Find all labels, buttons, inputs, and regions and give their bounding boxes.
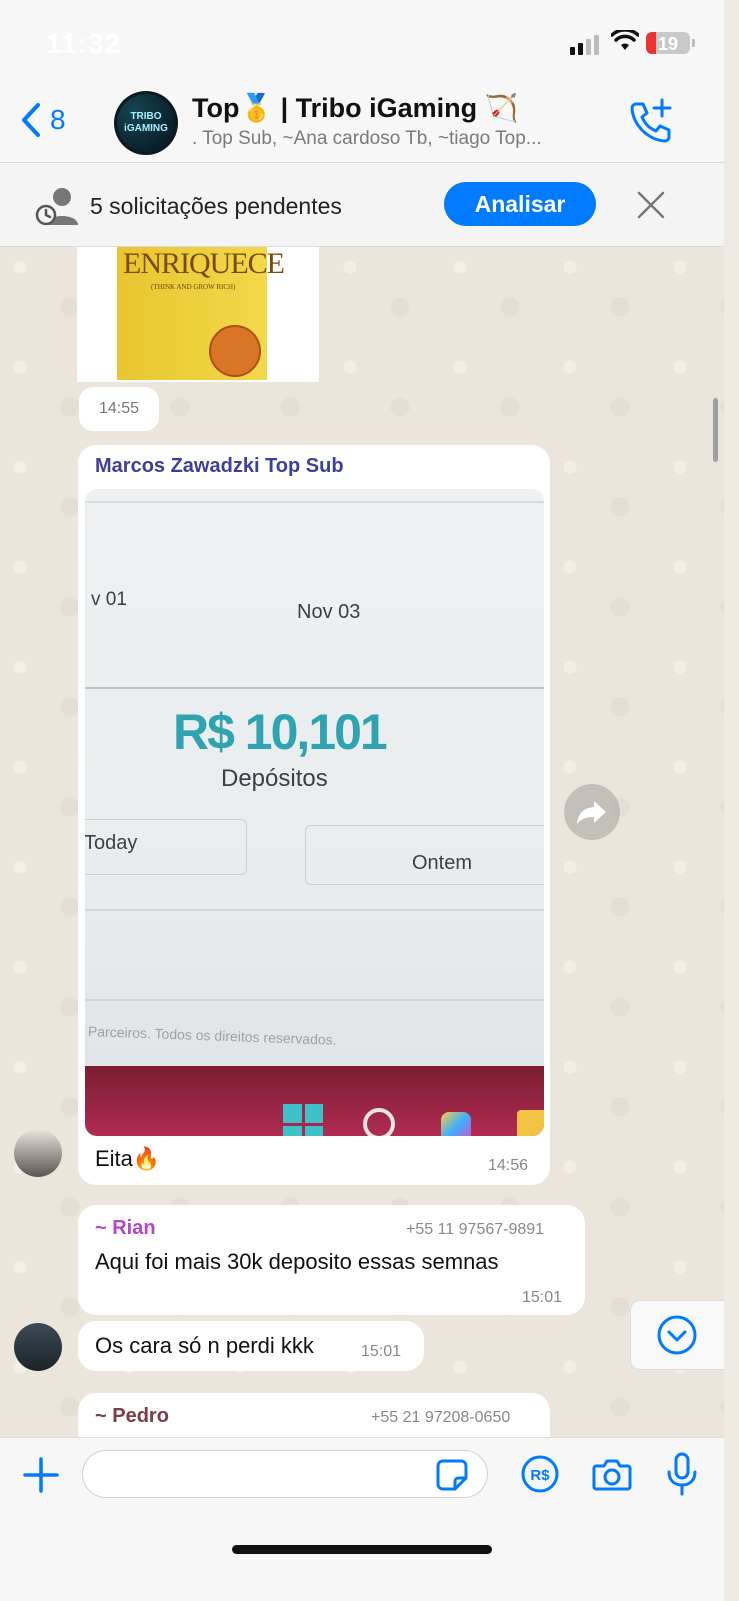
microphone-icon[interactable] (666, 1452, 698, 1496)
back-button[interactable]: 8 (20, 102, 66, 138)
add-call-icon[interactable] (628, 98, 674, 144)
message-time: 15:01 (361, 1343, 402, 1360)
status-time: 11:32 (46, 28, 122, 59)
battery-level: 19 (657, 34, 679, 54)
chevron-left-icon (22, 103, 40, 137)
sticker-icon[interactable] (435, 1458, 469, 1492)
photo-left-date: v 01 (91, 589, 127, 610)
group-members[interactable]: . Top Sub, ~Ana cardoso Tb, ~tiago Top..… (192, 128, 612, 150)
chevron-down-icon (657, 1315, 697, 1355)
sender-phone: +55 21 97208-0650 (371, 1409, 511, 1426)
payment-icon[interactable]: R$ (520, 1454, 560, 1494)
scrollbar[interactable] (713, 398, 718, 462)
image-message[interactable]: Marcos Zawadzki Top Sub v 01 Nov 03 R$ 1… (78, 445, 550, 1185)
forward-button[interactable] (564, 784, 620, 840)
battery-icon: 19 (646, 32, 695, 54)
photo-today-box: Today (85, 819, 247, 875)
signal-icon (570, 35, 599, 55)
home-indicator (232, 1545, 492, 1554)
pending-requests-text: 5 solicitações pendentes (90, 193, 342, 219)
windows-icon (283, 1104, 323, 1136)
camera-icon[interactable] (592, 1456, 632, 1492)
chat-messages[interactable]: ENRIQUECE (THINK AND GROW RICH) 14:55 Ma… (0, 247, 724, 1437)
input-bar: R$ (0, 1437, 724, 1601)
photo-amount: R$ 10,101 (173, 704, 388, 760)
message-input[interactable] (82, 1450, 488, 1498)
book-title: ENRIQUECE (123, 247, 285, 280)
scroll-to-bottom-button[interactable] (630, 1300, 724, 1370)
pending-users-icon (35, 188, 78, 225)
forward-icon (577, 801, 606, 824)
photo-right-date: Nov 03 (297, 601, 361, 623)
book-image[interactable]: ENRIQUECE (THINK AND GROW RICH) (77, 247, 319, 382)
folder-icon (517, 1110, 544, 1136)
photo-taskbar (85, 1066, 544, 1136)
message-text: Eita🔥 (95, 1146, 161, 1171)
message-time: 14:56 (488, 1157, 529, 1174)
text-message[interactable]: ~ Pedro +55 21 97208-0650 (78, 1393, 550, 1437)
photo-yesterday: Ontem (412, 852, 473, 874)
sender-avatar[interactable] (14, 1129, 62, 1177)
plus-icon[interactable] (22, 1456, 60, 1494)
book-subtitle: (THINK AND GROW RICH) (151, 283, 236, 291)
close-icon[interactable] (636, 190, 666, 220)
message-time: 14:55 (79, 387, 159, 431)
sender-phone: +55 11 97567-9891 (406, 1221, 545, 1238)
sender-avatar[interactable] (14, 1323, 62, 1371)
back-count: 8 (50, 104, 66, 135)
analyze-button[interactable]: Analisar (444, 182, 596, 226)
svg-text:R$: R$ (530, 1467, 550, 1484)
wifi-icon (611, 30, 639, 50)
group-avatar-text: TRIBO iGAMING (117, 94, 175, 152)
photo-today: Today (85, 832, 138, 854)
group-avatar[interactable]: TRIBO iGAMING (114, 91, 178, 155)
photo-footer: Bet Parceiros. Todos os direitos reserva… (85, 1022, 337, 1048)
message-text: Os cara só n perdi kkk (95, 1333, 314, 1358)
app-icon (441, 1112, 471, 1136)
message-text: Aqui foi mais 30k deposito essas semnas (95, 1249, 499, 1274)
chat-header: 8 TRIBO iGAMING Top🥇 | Tribo iGaming 🏹 .… (0, 80, 724, 163)
message-photo[interactable]: v 01 Nov 03 R$ 10,101 Depósitos Today On… (85, 489, 544, 1136)
book-seal (209, 325, 261, 377)
text-message[interactable]: Os cara só n perdi kkk 15:01 (78, 1321, 424, 1371)
message-sender: ~ Pedro (95, 1405, 169, 1427)
photo-yesterday-box: Ontem (305, 825, 544, 885)
photo-amount-label: Depósitos (221, 765, 328, 792)
message-time: 15:01 (522, 1289, 563, 1306)
message-sender: Marcos Zawadzki Top Sub (95, 455, 344, 477)
group-title[interactable]: Top🥇 | Tribo iGaming 🏹 (192, 92, 518, 124)
status-bar: 11:32 19 (0, 0, 724, 80)
book-cover: ENRIQUECE (THINK AND GROW RICH) (117, 247, 285, 380)
text-message[interactable]: ~ Rian +55 11 97567-9891 Aqui foi mais 3… (78, 1205, 585, 1315)
search-icon (363, 1108, 395, 1136)
message-sender: ~ Rian (95, 1217, 156, 1239)
pending-requests-banner: 5 solicitações pendentes Analisar (0, 163, 724, 247)
